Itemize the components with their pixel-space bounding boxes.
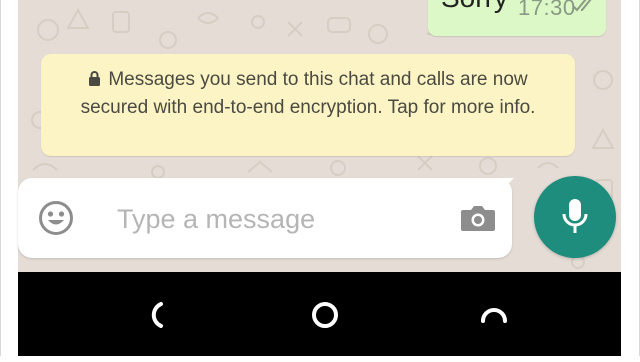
system-navigation-bar [18,272,621,356]
double-check-icon [572,0,598,19]
outgoing-message-bubble[interactable]: Sorry 17:30 [428,0,606,36]
message-input[interactable] [117,199,437,239]
home-icon[interactable] [311,301,339,334]
mic-button[interactable] [534,176,616,258]
mic-icon [562,199,588,233]
bottom-border [0,356,640,362]
camera-icon[interactable] [460,203,496,233]
encryption-notice-text: Messages you send to this chat and calls… [41,54,575,121]
lock-icon [88,67,101,94]
recents-icon[interactable] [480,308,508,329]
composer-tail [500,178,514,192]
encryption-notice-message: Messages you send to this chat and calls… [80,69,536,118]
message-time: 17:30 [518,0,576,20]
emoji-icon[interactable] [38,200,74,236]
encryption-notice[interactable]: Messages you send to this chat and calls… [41,54,575,156]
message-text: Sorry [441,0,508,14]
back-icon[interactable] [148,302,164,333]
